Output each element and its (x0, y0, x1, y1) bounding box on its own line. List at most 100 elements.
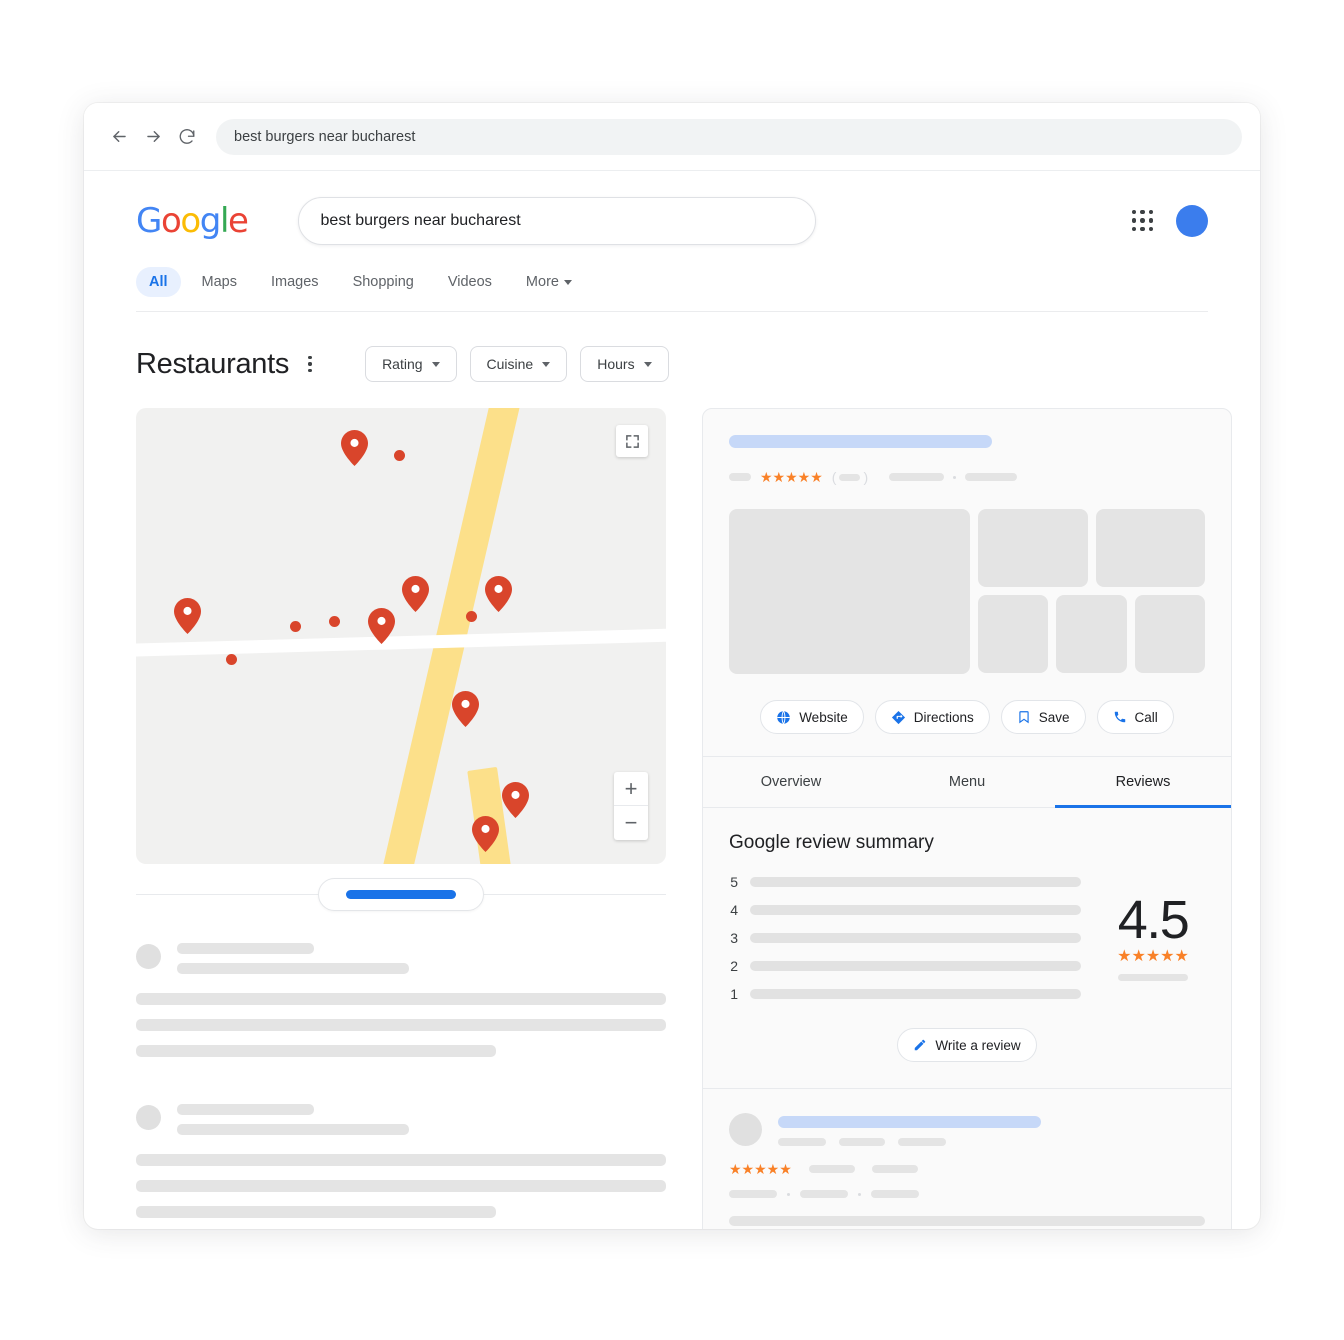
call-button[interactable]: Call (1096, 700, 1174, 734)
rating-bar-row: 4 (729, 902, 1081, 918)
progress-bar (346, 889, 456, 899)
zoom-in-button[interactable]: + (614, 772, 648, 806)
tab-more[interactable]: More (513, 267, 585, 297)
map-pin[interactable] (502, 782, 529, 818)
thumb-photo-placeholder[interactable] (1095, 509, 1205, 587)
tab-all-label: All (149, 274, 168, 290)
map-pin[interactable] (485, 576, 512, 612)
more-options-icon[interactable] (295, 349, 325, 379)
search-tabs: All Maps Images Shopping Videos More (136, 267, 1208, 297)
tab-menu[interactable]: Menu (879, 757, 1055, 808)
google-header: Google best burgers near bucharest All M… (84, 171, 1260, 312)
map-view[interactable]: + − (136, 408, 666, 864)
fullscreen-icon[interactable] (616, 425, 648, 457)
filter-hours[interactable]: Hours (580, 346, 669, 382)
filter-rating[interactable]: Rating (365, 346, 457, 382)
rating-bar-label: 1 (730, 986, 738, 1002)
rating-bar-track (750, 877, 1081, 887)
map-pin[interactable] (452, 691, 479, 727)
map-pin[interactable] (368, 608, 395, 644)
result-text-placeholder (136, 1019, 666, 1031)
apps-dot (1148, 210, 1154, 215)
logo-letter-o1: o (160, 201, 182, 241)
google-logo[interactable]: Google (136, 201, 249, 241)
result-avatar-placeholder (136, 1105, 161, 1130)
review-count-bar (839, 473, 861, 481)
forward-arrow-icon[interactable] (136, 120, 170, 154)
rating-bar-label: 5 (730, 874, 738, 890)
tab-images[interactable]: Images (258, 267, 332, 297)
url-bar[interactable]: best burgers near bucharest (216, 118, 1242, 155)
map-poi-dot[interactable] (394, 450, 405, 461)
pencil-icon (915, 1039, 926, 1051)
rating-number-placeholder (729, 473, 751, 481)
score-value: 4.5 (1117, 889, 1190, 950)
tab-all[interactable]: All (136, 267, 181, 297)
map-pin[interactable] (402, 576, 429, 612)
business-meta-row: ★★★★★ () (729, 469, 1205, 485)
rating-bars: 5 4 3 2 1 (729, 874, 1081, 1002)
map-poi-dot[interactable] (226, 654, 237, 665)
map-pin[interactable] (341, 430, 368, 466)
result-text-placeholder (136, 1206, 497, 1218)
map-road-horizontal (136, 626, 666, 659)
thumb-photo-placeholder[interactable] (1134, 595, 1205, 673)
tab-overview[interactable]: Overview (703, 757, 879, 808)
rating-bar-row: 2 (729, 958, 1081, 974)
business-tabs: Overview Menu Reviews (703, 756, 1231, 808)
save-button[interactable]: Save (1000, 700, 1086, 734)
map-pin[interactable] (174, 598, 201, 634)
apps-dot (1140, 226, 1145, 232)
chevron-down-icon (643, 361, 652, 367)
tab-videos[interactable]: Videos (435, 267, 505, 297)
rating-distribution-chart: 5 4 3 2 1 4.5 ★★★★★ (729, 874, 1205, 1002)
chevron-down-icon (542, 361, 551, 367)
business-name-placeholder (729, 435, 992, 448)
website-button[interactable]: Website (760, 700, 864, 734)
map-poi-dot[interactable] (329, 616, 340, 627)
load-more-divider (136, 868, 666, 920)
result-title-placeholder (177, 1104, 314, 1115)
category-placeholder (889, 473, 945, 481)
tab-shopping[interactable]: Shopping (340, 267, 427, 297)
list-item[interactable] (136, 942, 666, 1057)
thumb-photo-placeholder[interactable] (1056, 595, 1127, 673)
rating-bar-row: 1 (729, 986, 1081, 1002)
tab-overview-label: Overview (760, 774, 822, 790)
reload-icon[interactable] (170, 120, 204, 154)
directions-icon (891, 710, 905, 724)
back-arrow-icon[interactable] (102, 120, 136, 154)
reviewer-name-placeholder (778, 1116, 1041, 1128)
write-review-button[interactable]: Write a review (897, 1028, 1037, 1062)
thumb-photo-placeholder[interactable] (978, 595, 1049, 673)
photo-gallery[interactable] (729, 509, 1205, 674)
tab-maps[interactable]: Maps (189, 267, 250, 297)
loading-indicator-pill[interactable] (318, 877, 484, 911)
result-text-placeholder (136, 993, 666, 1005)
reviewer-meta-placeholder (839, 1138, 885, 1146)
review-summary-section: Google review summary 5 4 3 2 1 4.5 ★★★★… (703, 808, 1231, 1088)
logo-letter-o2: o (180, 201, 201, 241)
map-poi-dot[interactable] (466, 611, 477, 622)
thumb-photo-placeholder[interactable] (978, 509, 1088, 587)
avatar[interactable] (1176, 205, 1208, 237)
tab-reviews[interactable]: Reviews (1055, 757, 1231, 808)
review-stars: ★★★★★ (729, 1161, 792, 1177)
filter-cuisine[interactable]: Cuisine (469, 346, 568, 382)
directions-button[interactable]: Directions (874, 700, 990, 734)
filter-rating-label: Rating (382, 356, 423, 372)
average-score: 4.5 ★★★★★ (1101, 889, 1205, 982)
map-poi-dot[interactable] (290, 621, 301, 632)
search-input[interactable]: best burgers near bucharest (297, 197, 816, 245)
map-pin[interactable] (472, 816, 499, 852)
rating-bar-track (750, 933, 1081, 943)
separator-dot (953, 475, 957, 479)
rating-bar-label: 2 (730, 958, 738, 974)
apps-grid-icon[interactable] (1132, 210, 1154, 232)
filter-chips: Rating Cuisine Hours (365, 346, 669, 382)
main-photo-placeholder[interactable] (729, 509, 970, 674)
zoom-out-button[interactable]: − (614, 806, 648, 840)
reviewer-meta-placeholder (898, 1138, 946, 1146)
list-item[interactable] (136, 1103, 666, 1218)
review-date-placeholder (808, 1165, 855, 1173)
